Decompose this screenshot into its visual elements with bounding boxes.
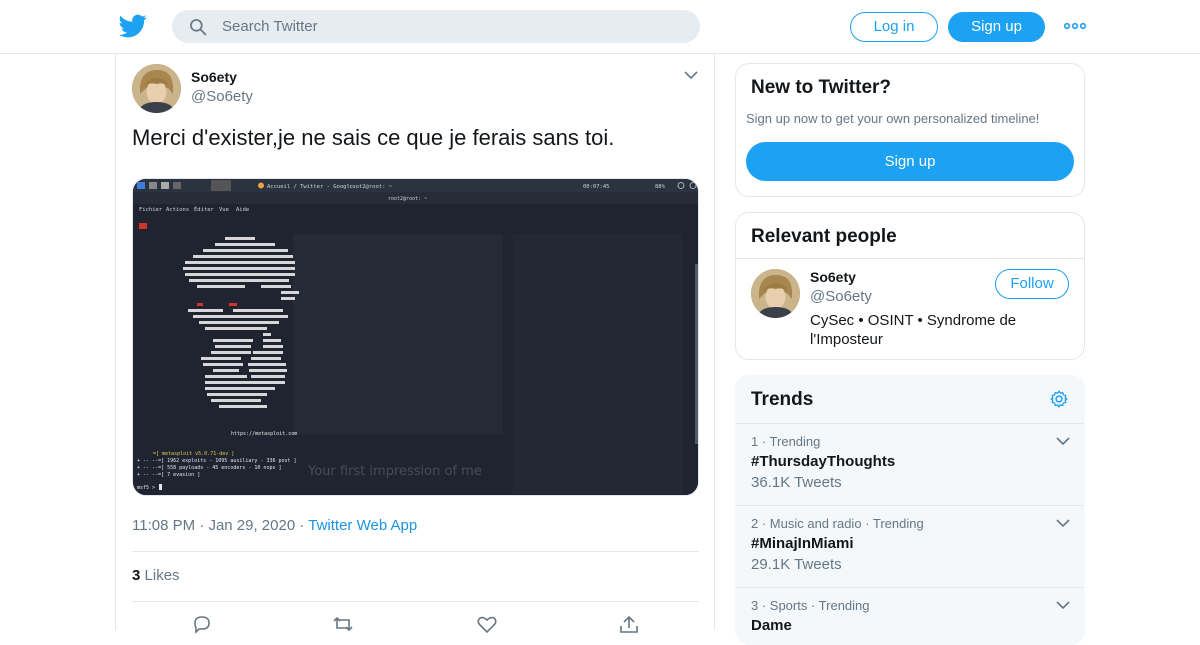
retweet-icon[interactable] (332, 614, 354, 634)
top-navigation-bar: Log in Sign up (0, 0, 1200, 54)
login-button[interactable]: Log in (850, 12, 938, 42)
person-bio-line: l'Imposteur (810, 331, 883, 348)
card-title: Trends (751, 389, 814, 410)
divider (132, 601, 699, 602)
settings-gear-icon[interactable] (1049, 389, 1069, 409)
trend-count: 36.1K Tweets (751, 474, 842, 491)
tweet-media-image[interactable]: Accueil / Twitter - Googl... root2@root:… (132, 178, 699, 496)
chevron-down-icon[interactable] (1056, 600, 1070, 610)
trend-name[interactable]: #ThursdayThoughts (751, 453, 895, 470)
author-handle[interactable]: @So6ety (191, 88, 253, 105)
terminal-screenshot: Accueil / Twitter - Googl... root2@root:… (133, 179, 698, 495)
person-bio: CySec • OSINT • Syndrome de l'Imposteur (810, 311, 1070, 349)
avatar[interactable] (132, 64, 181, 113)
terminal-menu-4: Aide (236, 207, 249, 213)
trend-context: 2 · Music and radio · Trending (751, 516, 924, 531)
likes-number: 3 (132, 567, 141, 584)
trend-name[interactable]: Dame (751, 617, 792, 634)
relevant-people-card: Relevant people So6ety @So6ety Follow Cy… (735, 212, 1085, 360)
tweet-detail: So6ety @So6ety Merci d'exister,je ne sai… (115, 54, 715, 634)
terminal-prompt: msf5 > (137, 485, 155, 491)
terminal-menu-3: Vue (219, 207, 229, 213)
more-options-icon[interactable] (1064, 18, 1086, 34)
clock-text: 00:07:45 (583, 184, 610, 190)
search-icon (190, 19, 207, 36)
terminal-menu-1: Actions (166, 207, 189, 213)
likes-count[interactable]: 3 Likes (132, 567, 180, 584)
chevron-down-icon[interactable] (1056, 436, 1070, 446)
chevron-down-icon[interactable] (684, 70, 698, 80)
trend-context: 1 · Trending (751, 434, 821, 449)
tweet-timestamp: 11:08 PM · Jan 29, 2020 · Twitter Web Ap… (132, 517, 418, 534)
new-to-twitter-card: New to Twitter? Sign up now to get your … (735, 63, 1085, 197)
likes-label: Likes (144, 567, 180, 584)
avatar-image (132, 64, 181, 113)
trend-item[interactable]: 3 · Sports · Trending Dame (736, 587, 1084, 644)
chevron-down-icon[interactable] (1056, 518, 1070, 528)
terminal-menu-0: Fichier (139, 207, 163, 213)
trend-item[interactable]: 1 · Trending #ThursdayThoughts 36.1K Twe… (736, 423, 1084, 505)
terminal-url-line: https://metasploit.com (231, 431, 297, 437)
divider (736, 258, 1084, 259)
terminal-line-4: + -- --=[ 7 evasion ] (137, 472, 200, 478)
tweet-date[interactable]: Jan 29, 2020 (208, 517, 295, 534)
person-handle[interactable]: @So6ety (810, 288, 872, 305)
tweet-source-link[interactable]: Twitter Web App (308, 517, 417, 534)
terminal-line-3: + -- --=[ 558 payloads - 45 encoders - 1… (137, 465, 282, 471)
terminal-tab-title: root2@root: ~ (349, 184, 393, 190)
background-ghost-text: Your first impression of me (307, 464, 482, 479)
terminal-window-title: root2@root: ~ (388, 196, 427, 202)
trend-item[interactable]: 2 · Music and radio · Trending #MinajInM… (736, 505, 1084, 587)
avatar-image (751, 269, 800, 318)
card-subtitle: Sign up now to get your own personalized… (746, 111, 1040, 126)
search-box[interactable] (172, 10, 700, 43)
trend-count: 29.1K Tweets (751, 556, 842, 573)
card-title: Relevant people (751, 226, 897, 247)
follow-button[interactable]: Follow (995, 269, 1069, 299)
trends-card: Trends 1 · Trending #ThursdayThoughts 36… (735, 375, 1085, 645)
avatar[interactable] (751, 269, 800, 318)
terminal-line-1: =[ metasploit v5.0.71-dev ] (153, 451, 234, 457)
person-name[interactable]: So6ety (810, 269, 856, 285)
author-name[interactable]: So6ety (191, 69, 237, 85)
trend-name[interactable]: #MinajInMiami (751, 535, 854, 552)
browser-tab-title: Accueil / Twitter - Googl... (267, 184, 360, 190)
person-bio-line: CySec • OSINT • Syndrome de (810, 312, 1017, 329)
share-icon[interactable] (618, 614, 640, 634)
terminal-line-2: + -- --=[ 1962 exploits - 1095 auxiliary… (137, 458, 297, 464)
signup-button[interactable]: Sign up (948, 12, 1045, 42)
divider (132, 551, 699, 552)
tweet-text: Merci d'exister,je ne sais ce que je fer… (132, 125, 615, 150)
terminal-menu-2: Éditer (194, 205, 215, 213)
twitter-logo-icon[interactable] (118, 12, 148, 40)
sidebar-signup-button[interactable]: Sign up (746, 142, 1074, 181)
trend-context: 3 · Sports · Trending (751, 598, 870, 613)
like-heart-icon[interactable] (476, 614, 498, 634)
tweet-time[interactable]: 11:08 PM (132, 517, 195, 534)
battery-text: 88% (655, 184, 666, 190)
search-input[interactable] (222, 10, 682, 43)
card-title: New to Twitter? (751, 77, 892, 98)
reply-icon[interactable] (191, 614, 213, 634)
